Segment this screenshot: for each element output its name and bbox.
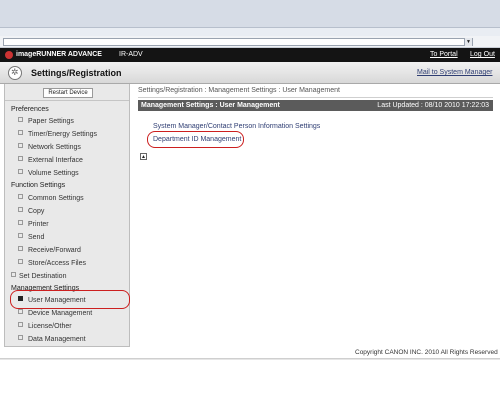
bullet-icon: [18, 233, 23, 238]
sidebar-item-send[interactable]: Send: [18, 233, 44, 241]
log-out-link[interactable]: Log Out: [470, 51, 495, 58]
address-input[interactable]: ▼: [3, 38, 473, 46]
highlight-ring-department-id: [147, 131, 244, 148]
sidebar-item-set-destination[interactable]: Set Destination: [11, 272, 66, 280]
sidebar-item-license-other[interactable]: License/Other: [18, 322, 72, 330]
bullet-icon: [18, 220, 23, 225]
sidebar-item-paper-settings[interactable]: Paper Settings: [18, 117, 74, 125]
bullet-icon: [11, 272, 16, 277]
bullet-icon: [18, 246, 23, 251]
sidebar-item-data-management[interactable]: Data Management: [18, 335, 86, 343]
highlight-ring-user-management: [10, 290, 130, 309]
divider: [5, 100, 129, 101]
bullet-icon: [18, 169, 23, 174]
sidebar-item-copy[interactable]: Copy: [18, 207, 44, 215]
bullet-icon: [18, 309, 23, 314]
mail-to-system-manager-link[interactable]: Mail to System Manager: [417, 69, 492, 76]
sidebar-item-store-access-files[interactable]: Store/Access Files: [18, 259, 86, 267]
title-bar: Settings/Registration Mail to System Man…: [0, 62, 500, 84]
app-header: imageRUNNER ADVANCE IR-ADV To Portal Log…: [0, 48, 500, 62]
back-to-top-icon[interactable]: ▲: [140, 153, 147, 160]
to-portal-link[interactable]: To Portal: [430, 51, 458, 58]
sidebar-item-device-management[interactable]: Device Management: [18, 309, 92, 317]
bullet-icon: [18, 117, 23, 122]
sidebar-item-external-interface[interactable]: External Interface: [18, 156, 83, 164]
page-title: Settings/Registration: [31, 68, 122, 78]
sidebar-item-printer[interactable]: Printer: [18, 220, 49, 228]
address-bar: ▼: [0, 36, 500, 48]
section-preferences: Preferences: [11, 106, 49, 113]
sidebar-item-common-settings[interactable]: Common Settings: [18, 194, 84, 202]
system-manager-settings-link[interactable]: System Manager/Contact Person Informatio…: [153, 123, 320, 130]
divider: [138, 97, 493, 98]
sidebar-item-network[interactable]: Network Settings: [18, 143, 81, 151]
last-updated: Last Updated : 08/10 2010 17:22:03: [377, 102, 489, 109]
sidebar-item-timer-energy[interactable]: Timer/Energy Settings: [18, 130, 97, 138]
breadcrumb: Settings/Registration : Management Setti…: [138, 87, 340, 94]
sidebar-item-volume[interactable]: Volume Settings: [18, 169, 79, 177]
brand-name: imageRUNNER ADVANCE: [16, 51, 102, 58]
bullet-icon: [18, 207, 23, 212]
logo-icon: [5, 51, 13, 59]
bullet-icon: [18, 156, 23, 161]
sidebar-item-receive-forward[interactable]: Receive/Forward: [18, 246, 81, 254]
panel-header: Management Settings : User Management La…: [138, 100, 493, 111]
bullet-icon: [18, 143, 23, 148]
browser-toolbar: [0, 0, 500, 28]
browser-tabstrip: [0, 28, 500, 36]
bullet-icon: [18, 130, 23, 135]
device-name: IR-ADV: [119, 51, 143, 58]
chevron-down-icon[interactable]: ▼: [464, 38, 472, 46]
panel-title: Management Settings : User Management: [141, 102, 280, 109]
restart-device-button[interactable]: Restart Device: [43, 88, 93, 98]
bullet-icon: [18, 259, 23, 264]
bullet-icon: [18, 322, 23, 327]
bullet-icon: [18, 335, 23, 340]
settings-icon: [8, 66, 22, 80]
bullet-icon: [18, 194, 23, 199]
footer-area: [0, 359, 500, 413]
section-function-settings: Function Settings: [11, 182, 66, 189]
copyright: Copyright CANON INC. 2010 All Rights Res…: [355, 349, 498, 356]
